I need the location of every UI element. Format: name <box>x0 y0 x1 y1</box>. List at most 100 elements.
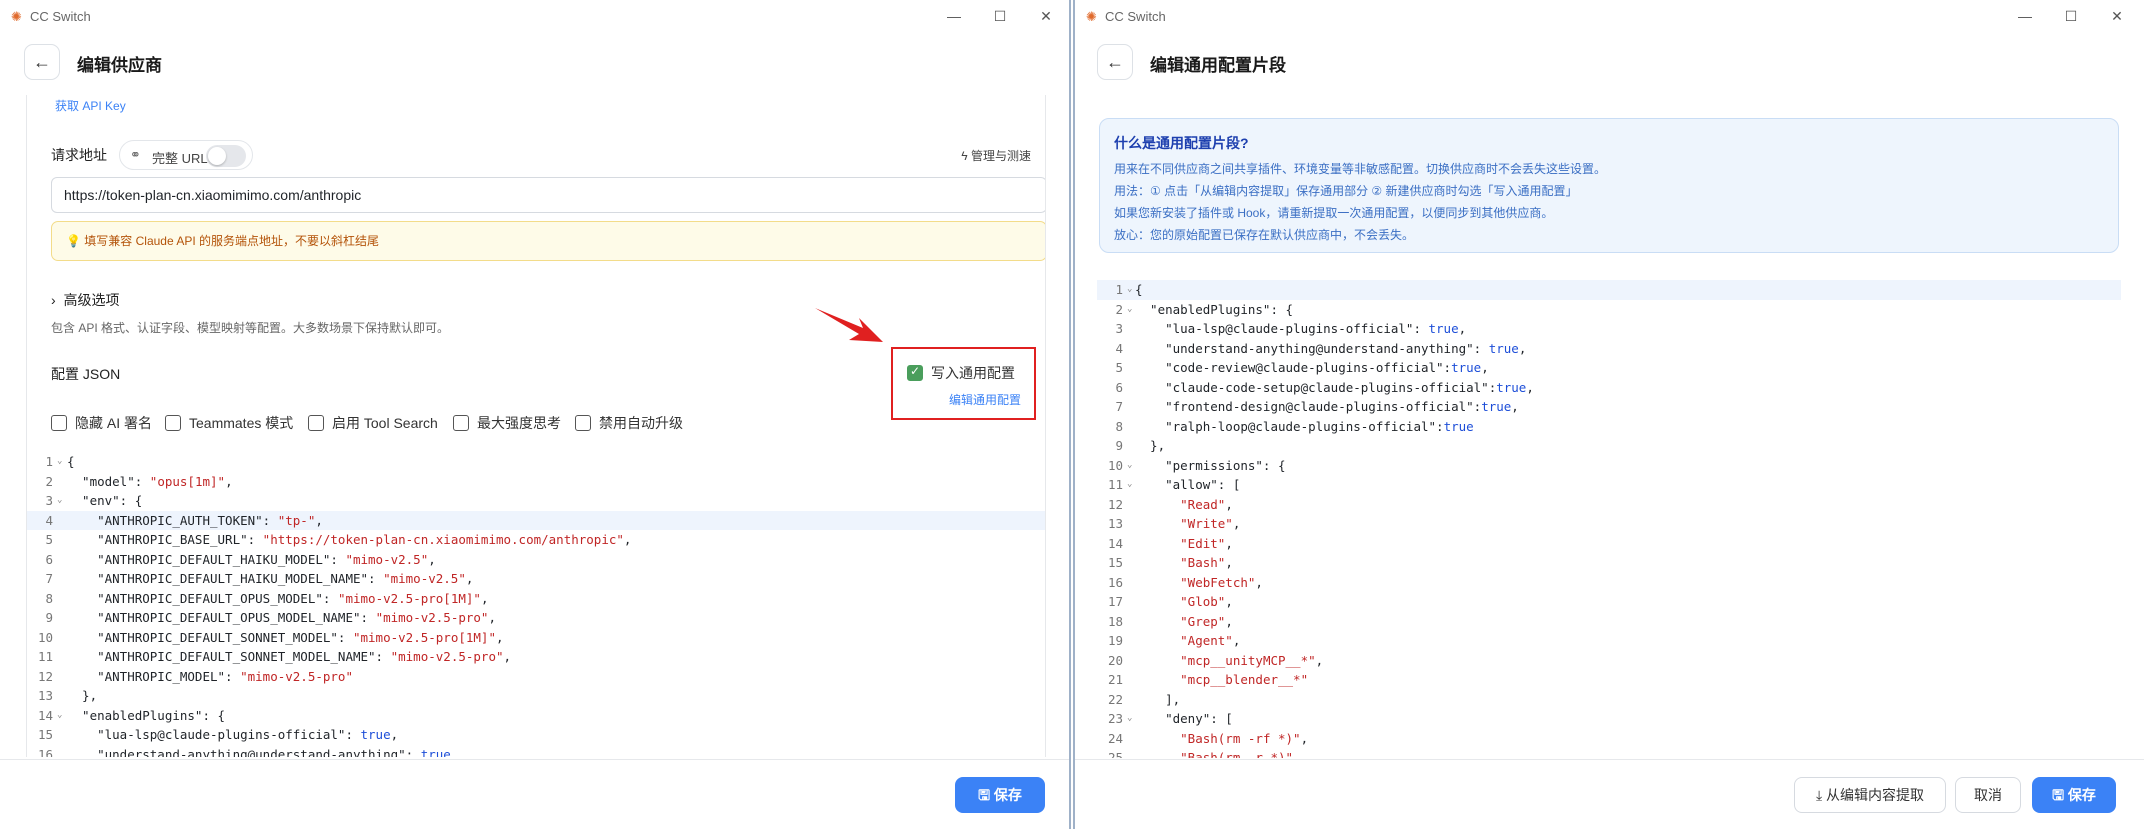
code-line[interactable]: 19 "Agent", <box>1097 631 2121 651</box>
checkbox-icon[interactable] <box>165 415 181 431</box>
extract-from-editor-button[interactable]: ⤓ 从编辑内容提取 <box>1794 777 1946 813</box>
minimize-icon[interactable]: — <box>939 4 969 28</box>
page-title: 编辑通用配置片段 <box>1150 56 1286 75</box>
code-line[interactable]: 15 "Bash", <box>1097 553 2121 573</box>
save-button[interactable]: 🖫 保存 <box>955 777 1045 813</box>
code-line[interactable]: 5 "code-review@claude-plugins-official":… <box>1097 358 2121 378</box>
advanced-options-toggle[interactable]: › 高级选项 <box>51 290 119 310</box>
fold-chevron-icon[interactable]: ⌄ <box>57 452 62 472</box>
code-line[interactable]: 6 "claude-code-setup@claude-plugins-offi… <box>1097 378 2121 398</box>
code-line[interactable]: 3 ⌄ "env": { <box>27 491 1045 511</box>
maximize-icon[interactable]: ☐ <box>2056 4 2086 28</box>
code-text: "enabledPlugins": { <box>1135 301 1294 317</box>
code-line[interactable]: 7 "ANTHROPIC_DEFAULT_HAIKU_MODEL_NAME": … <box>27 569 1045 589</box>
fold-chevron-icon[interactable]: ⌄ <box>57 491 62 511</box>
code-text: "Bash(rm -r *)" <box>1180 750 1294 758</box>
code-text: "ANTHROPIC_DEFAULT_HAIKU_MODEL": "mimo-v… <box>67 551 436 567</box>
toggle-switch[interactable] <box>206 145 246 167</box>
fold-chevron-icon[interactable]: ⌄ <box>1127 280 1132 300</box>
fold-chevron-icon[interactable]: ⌄ <box>57 706 62 726</box>
fold-chevron-icon[interactable]: ⌄ <box>1127 300 1132 320</box>
checkbox-icon[interactable] <box>308 415 324 431</box>
code-line[interactable]: 2 "model": "opus[1m]", <box>27 472 1045 492</box>
code-line[interactable]: 1 ⌄{ <box>27 452 1045 472</box>
option-hide-ai-signature[interactable]: 隐藏 AI 署名 <box>51 413 152 433</box>
code-line[interactable]: 15 "lua-lsp@claude-plugins-official": tr… <box>27 725 1045 745</box>
code-line[interactable]: 4 "understand-anything@understand-anythi… <box>1097 339 2121 359</box>
code-line[interactable]: 11 ⌄ "allow": [ <box>1097 475 2121 495</box>
save-icon: 🖫 <box>2052 787 2068 803</box>
line-number: 13 <box>37 688 53 703</box>
minimize-icon[interactable]: — <box>2010 4 2040 28</box>
code-line[interactable]: 1 ⌄{ <box>1097 280 2121 300</box>
code-line[interactable]: 4 "ANTHROPIC_AUTH_TOKEN": "tp-", <box>27 510 1045 530</box>
fold-chevron-icon[interactable]: ⌄ <box>1127 709 1132 729</box>
checkbox-icon[interactable] <box>51 415 67 431</box>
fold-chevron-icon[interactable]: ⌄ <box>1127 475 1132 495</box>
code-line[interactable]: 18 "Grep", <box>1097 612 2121 632</box>
code-line[interactable]: 9 "ANTHROPIC_DEFAULT_OPUS_MODEL_NAME": "… <box>27 608 1045 628</box>
back-button[interactable]: ← <box>24 44 60 80</box>
full-url-toggle[interactable]: ⚭ 完整 URL <box>119 140 253 170</box>
code-line[interactable]: 22 ], <box>1097 690 2121 710</box>
line-number: 19 <box>1107 633 1123 648</box>
line-number: 3 <box>1115 321 1123 336</box>
code-line[interactable]: 3 "lua-lsp@claude-plugins-official": tru… <box>1097 319 2121 339</box>
code-line[interactable]: 5 "ANTHROPIC_BASE_URL": "https://token-p… <box>27 530 1045 550</box>
code-line[interactable]: 14 ⌄ "enabledPlugins": { <box>27 706 1045 726</box>
close-icon[interactable]: ✕ <box>1031 4 1061 28</box>
code-line[interactable]: 23 ⌄ "deny": [ <box>1097 709 2121 729</box>
code-line[interactable]: 11 "ANTHROPIC_DEFAULT_SONNET_MODEL_NAME"… <box>27 647 1045 667</box>
cancel-button[interactable]: 取消 <box>1955 777 2021 813</box>
code-line[interactable]: 21 "mcp__blender__*" <box>1097 670 2121 690</box>
code-line[interactable]: 20 "mcp__unityMCP__*", <box>1097 651 2121 671</box>
left-window: ✺ CC Switch — ☐ ✕ ← 编辑供应商 获取 API Key 请求地… <box>0 0 1071 829</box>
app-title: CC Switch <box>30 9 91 24</box>
close-icon[interactable]: ✕ <box>2102 4 2132 28</box>
code-line[interactable]: 13 "Write", <box>1097 514 2121 534</box>
get-api-key-link[interactable]: 获取 API Key <box>55 97 126 114</box>
code-line[interactable]: 8 "ralph-loop@claude-plugins-official":t… <box>1097 417 2121 437</box>
code-line[interactable]: 10 "ANTHROPIC_DEFAULT_SONNET_MODEL": "mi… <box>27 628 1045 648</box>
option-teammates-mode[interactable]: Teammates 模式 <box>165 413 293 433</box>
url-input[interactable]: https://token-plan-cn.xiaomimimo.com/ant… <box>51 177 1045 213</box>
config-json-label: 配置 JSON <box>51 366 121 382</box>
maximize-icon[interactable]: ☐ <box>985 4 1015 28</box>
code-line[interactable]: 25 "Bash(rm -r *)" <box>1097 748 2121 758</box>
code-line[interactable]: 13 }, <box>27 686 1045 706</box>
code-line[interactable]: 16 "understand-anything@understand-anyth… <box>27 745 1045 758</box>
code-line[interactable]: 16 "WebFetch", <box>1097 573 2121 593</box>
info-line: 如果您新安装了插件或 Hook，请重新提取一次通用配置，以便同步到其他供应商。 <box>1114 206 1554 220</box>
checkbox-icon[interactable] <box>453 415 469 431</box>
code-line[interactable]: 12 "ANTHROPIC_MODEL": "mimo-v2.5-pro" <box>27 667 1045 687</box>
code-line[interactable]: 9 }, <box>1097 436 2121 456</box>
code-text: }, <box>1135 438 1166 453</box>
json-editor[interactable]: 1 ⌄{2 ⌄ "enabledPlugins": {3 "lua-lsp@clau… <box>1097 280 2121 758</box>
option-max-thinking[interactable]: 最大强度思考 <box>453 413 561 433</box>
url-hint: 💡 填写兼容 Claude API 的服务端点地址，不要以斜杠结尾 <box>51 221 1045 261</box>
option-disable-auto-update[interactable]: 禁用自动升级 <box>575 413 683 433</box>
manage-test-button[interactable]: ϟ 管理与测速 <box>961 147 1031 164</box>
code-text: "claude-code-setup@claude-plugins-offici… <box>1135 379 1534 395</box>
footer: ⤓ 从编辑内容提取 取消 🖫 保存 <box>1075 759 2144 829</box>
code-line[interactable]: 8 "ANTHROPIC_DEFAULT_OPUS_MODEL": "mimo-… <box>27 589 1045 609</box>
fold-chevron-icon[interactable]: ⌄ <box>1127 456 1132 476</box>
option-tool-search[interactable]: 启用 Tool Search <box>308 413 438 433</box>
back-button[interactable]: ← <box>1097 44 1133 80</box>
save-button[interactable]: 🖫 保存 <box>2032 777 2116 813</box>
checkbox-icon[interactable] <box>575 415 591 431</box>
line-number: 9 <box>45 610 53 625</box>
code-line[interactable]: 14 "Edit", <box>1097 534 2121 554</box>
app-logo-icon: ✺ <box>11 9 22 24</box>
code-line[interactable]: 24 "Bash(rm -rf *)", <box>1097 729 2121 749</box>
code-line[interactable]: 12 "Read", <box>1097 495 2121 515</box>
json-editor[interactable]: 1 ⌄{2 "model": "opus[1m]", 3 ⌄ "env": {4 "A… <box>27 452 1045 758</box>
code-line[interactable]: 7 "frontend-design@claude-plugins-offici… <box>1097 397 2121 417</box>
code-line[interactable]: 6 "ANTHROPIC_DEFAULT_HAIKU_MODEL": "mimo… <box>27 550 1045 570</box>
code-text: "mcp__blender__*" <box>1180 672 1309 687</box>
provider-form[interactable]: 获取 API Key 请求地址 ⚭ 完整 URL ϟ 管理与测速 https:/… <box>26 95 1046 757</box>
code-line[interactable]: 17 "Glob", <box>1097 592 2121 612</box>
code-line[interactable]: 2 ⌄ "enabledPlugins": { <box>1097 300 2121 320</box>
code-text: "ralph-loop@claude-plugins-official":tru… <box>1135 418 1474 434</box>
code-line[interactable]: 10 ⌄ "permissions": { <box>1097 456 2121 476</box>
